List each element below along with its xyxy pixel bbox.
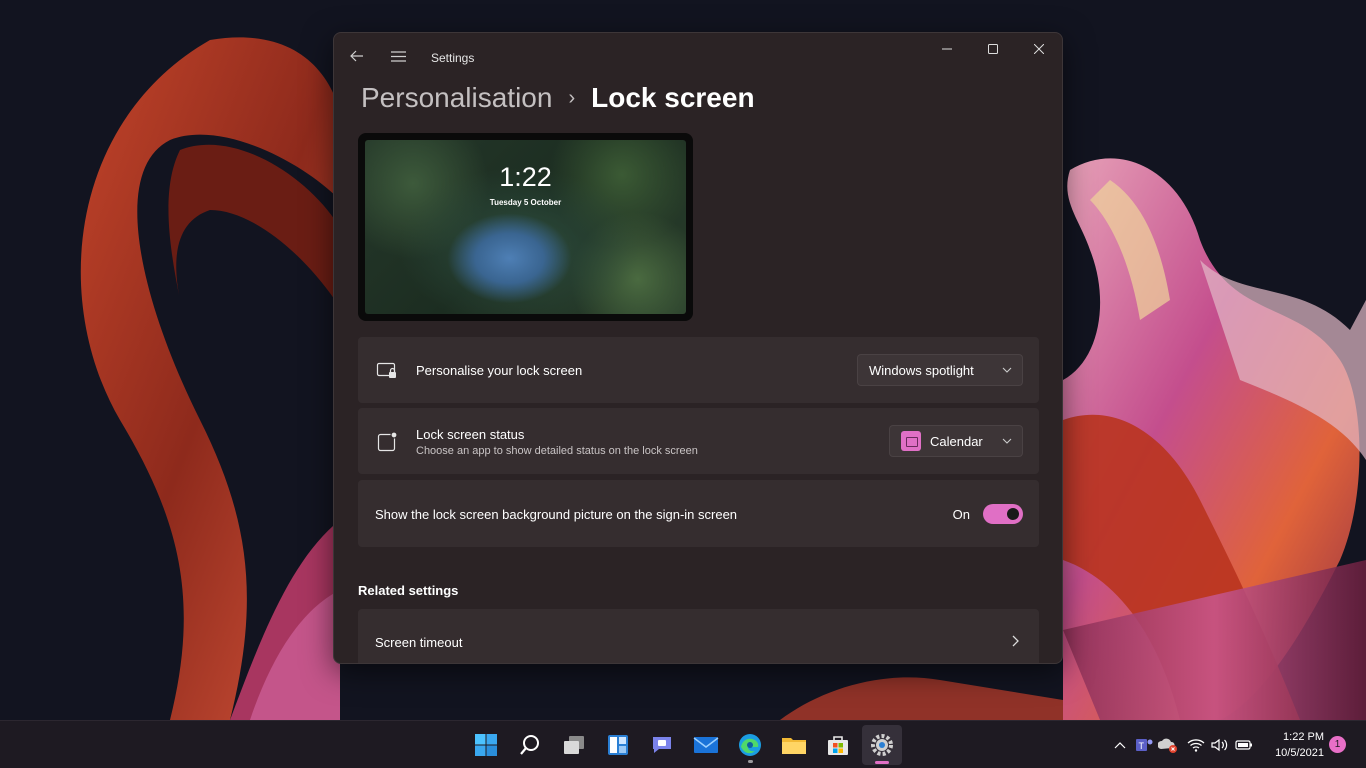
edge-button[interactable]: [730, 725, 770, 765]
cloud-error-icon: [1158, 738, 1177, 753]
windows-logo-icon: [475, 734, 497, 756]
related-settings-heading: Related settings: [358, 583, 459, 598]
chevron-right-icon: [1012, 635, 1019, 647]
widgets-icon: [608, 735, 628, 755]
sign-in-background-toggle[interactable]: [983, 504, 1023, 524]
hamburger-menu-icon: [390, 50, 406, 62]
toggle-knob: [1007, 508, 1019, 520]
teams-tray-icon[interactable]: T: [1134, 735, 1154, 755]
lock-screen-status-description: Choose an app to show detailed status on…: [416, 445, 698, 457]
search-icon: [520, 735, 539, 755]
breadcrumb: Personalisation › Lock screen: [361, 81, 755, 115]
settings-window: Settings Personalisation › Lock screen 1…: [333, 32, 1063, 664]
app-status-icon: [377, 431, 398, 452]
svg-text:T: T: [1139, 741, 1145, 751]
maximize-button[interactable]: [970, 33, 1016, 65]
breadcrumb-parent-link[interactable]: Personalisation: [361, 82, 552, 114]
maximize-icon: [988, 44, 998, 54]
edge-browser-icon: [739, 734, 761, 756]
lock-screen-preview: 1:22 Tuesday 5 October: [358, 133, 693, 321]
file-explorer-button[interactable]: [774, 725, 814, 765]
title-bar[interactable]: Settings: [334, 33, 1062, 81]
chat-button[interactable]: [642, 725, 682, 765]
window-title: Settings: [431, 51, 475, 65]
system-clock[interactable]: 1:22 PM 10/5/2021: [1262, 729, 1324, 761]
lock-screen-monitor-icon: [376, 362, 396, 378]
back-button[interactable]: [342, 41, 372, 71]
task-view-icon: [564, 736, 584, 754]
chevron-down-icon: [1002, 367, 1012, 373]
breadcrumb-separator: ›: [568, 86, 576, 109]
chevron-up-icon: [1114, 742, 1126, 749]
search-button[interactable]: [510, 725, 550, 765]
running-indicator: [748, 760, 753, 763]
mail-button[interactable]: [686, 725, 726, 765]
teams-chat-icon: [653, 737, 671, 753]
active-app-indicator: [875, 761, 889, 764]
battery-tray-icon[interactable]: [1234, 735, 1254, 755]
chevron-down-icon: [1002, 438, 1012, 444]
close-icon: [1034, 44, 1044, 54]
settings-taskbar-button[interactable]: [862, 725, 902, 765]
store-button[interactable]: [818, 725, 858, 765]
page-title: Lock screen: [591, 82, 755, 113]
personalise-lock-screen-card: Personalise your lock screen Windows spo…: [358, 337, 1039, 403]
minimize-button[interactable]: [924, 33, 970, 65]
volume-tray-icon[interactable]: [1210, 735, 1230, 755]
network-tray-icon[interactable]: [1186, 735, 1206, 755]
folder-icon: [782, 738, 806, 754]
store-bag-icon: [828, 736, 848, 755]
preview-time: 1:22: [499, 162, 552, 192]
widgets-button[interactable]: [598, 725, 638, 765]
lock-screen-status-label: Lock screen status: [416, 427, 525, 442]
wifi-icon: [1187, 739, 1205, 752]
lock-screen-background-value: Windows spotlight: [869, 362, 974, 378]
settings-gear-icon: [871, 734, 893, 756]
battery-icon: [1235, 740, 1252, 750]
start-button[interactable]: [466, 725, 506, 765]
calendar-icon: [901, 431, 921, 451]
speaker-icon: [1211, 738, 1228, 752]
screen-timeout-link[interactable]: Screen timeout: [358, 609, 1039, 663]
lock-screen-status-dropdown[interactable]: Calendar: [889, 425, 1023, 457]
notification-badge[interactable]: 1: [1329, 736, 1346, 753]
back-arrow-icon: [350, 50, 363, 62]
onedrive-tray-icon[interactable]: [1158, 735, 1178, 755]
preview-date: Tuesday 5 October: [489, 198, 562, 207]
screen-timeout-label: Screen timeout: [375, 635, 463, 650]
clock-time: 1:22 PM: [1283, 731, 1324, 743]
mail-icon: [693, 737, 719, 753]
personalise-lock-screen-label: Personalise your lock screen: [416, 363, 583, 378]
sign-in-background-card: Show the lock screen background picture …: [358, 480, 1039, 547]
lock-screen-preview-image: 1:22 Tuesday 5 October: [365, 140, 686, 314]
lock-screen-status-value: Calendar: [930, 433, 983, 449]
show-hidden-icons-button[interactable]: [1110, 735, 1130, 755]
task-view-button[interactable]: [554, 725, 594, 765]
navigation-menu-button[interactable]: [383, 41, 413, 71]
lock-screen-background-dropdown[interactable]: Windows spotlight: [857, 354, 1023, 386]
clock-date: 10/5/2021: [1275, 747, 1324, 759]
teams-icon: T: [1136, 739, 1153, 751]
sign-in-background-label: Show the lock screen background picture …: [375, 507, 738, 522]
close-button[interactable]: [1016, 33, 1062, 65]
toggle-state-label: On: [952, 507, 970, 522]
lock-screen-status-card: Lock screen status Choose an app to show…: [358, 408, 1039, 474]
minimize-icon: [942, 48, 952, 50]
taskbar: T 1:22 PM 10/5/2021 1: [0, 720, 1366, 768]
